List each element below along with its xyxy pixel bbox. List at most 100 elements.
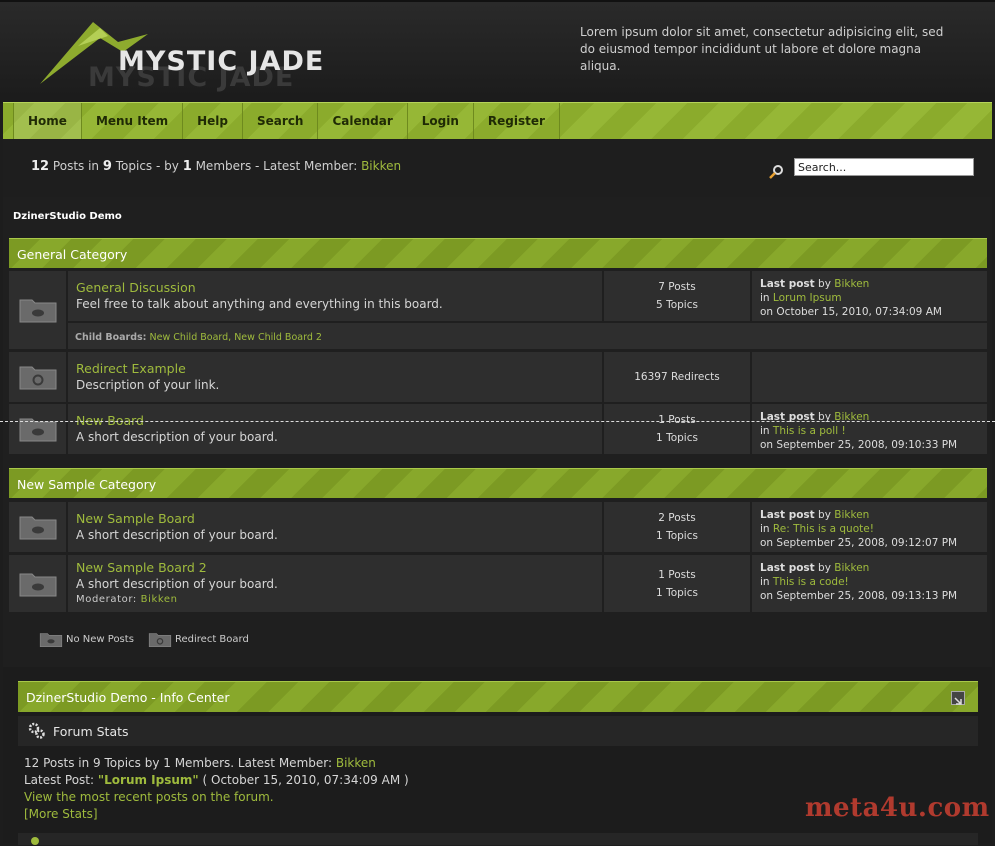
topics-count: 1 Topics	[656, 586, 698, 599]
nav-item-home[interactable]: Home	[14, 103, 82, 139]
last-post-topic-link[interactable]: Re: This is a quote!	[773, 523, 874, 535]
board-counts: 16397 Redirects	[604, 352, 752, 402]
board-index: DzinerStudio Demo General Category Gener…	[3, 197, 992, 667]
search-icon[interactable]	[768, 164, 784, 180]
board-info: New Board A short description of your bo…	[68, 404, 604, 454]
board-counts: 1 Posts 1 Topics	[604, 555, 752, 612]
category-title: General Category	[17, 247, 128, 262]
moderator-label: Moderator:	[76, 594, 137, 605]
topics-count: 1 Topics	[656, 432, 698, 444]
board-name-link[interactable]: New Sample Board 2	[76, 560, 602, 575]
category-header[interactable]: New Sample Category	[9, 468, 987, 498]
nav-item-register[interactable]: Register	[474, 103, 560, 139]
last-post-info: Last post by Bikken in This is a code! o…	[752, 555, 987, 612]
users-icon	[31, 837, 39, 845]
board-name-link[interactable]: Redirect Example	[76, 361, 602, 376]
latest-post-label: Latest Post:	[24, 773, 95, 787]
redirects-count: 16397 Redirects	[634, 371, 720, 383]
last-post-label: Last post	[760, 509, 815, 521]
recent-posts-link[interactable]: View the most recent posts on the forum.	[24, 789, 409, 806]
site-header: MYSTIC JADE MYSTIC JADE Lorem ipsum dolo…	[0, 0, 995, 104]
nav-item-search[interactable]: Search	[243, 103, 319, 139]
last-post-label: Last post	[760, 278, 815, 290]
board-row: New Sample Board 2 A short description o…	[9, 555, 987, 612]
latest-member-link[interactable]: Bikken	[361, 159, 401, 173]
header-tagline: Lorem ipsum dolor sit amet, consectetur …	[580, 25, 944, 73]
last-post-user-link[interactable]: Bikken	[834, 562, 869, 574]
redirect-folder-icon	[19, 366, 56, 390]
board-info: New Sample Board 2 A short description o…	[68, 555, 604, 612]
moderator-link[interactable]: Bikken	[141, 594, 178, 605]
latest-post-date: ( October 15, 2010, 07:34:09 AM )	[202, 773, 409, 787]
last-post-label: Last post	[760, 562, 815, 574]
last-post-topic-link[interactable]: Lorum Ipsum	[773, 292, 842, 304]
legend-label: No New Posts	[66, 634, 134, 645]
info-center-title: DzinerStudio Demo - Info Center	[26, 690, 230, 705]
logo-text: MYSTIC JADE	[118, 46, 325, 77]
in-label: in	[760, 425, 770, 437]
board-row: New Sample Board A short description of …	[9, 502, 987, 552]
folder-icon	[39, 633, 63, 647]
search-input[interactable]	[794, 158, 974, 176]
child-boards-label: Child Boards:	[75, 332, 147, 343]
latest-post-link[interactable]: "Lorum Ipsum"	[98, 773, 199, 787]
posts-count: 7 Posts	[658, 281, 696, 293]
category-header[interactable]: General Category	[9, 238, 987, 268]
stats-summary-text: 12 Posts in 9 Topics by 1 Members. Lates…	[24, 756, 333, 770]
topics-count: 5 Topics	[656, 299, 698, 311]
last-post-topic-link[interactable]: This is a poll !	[773, 425, 846, 437]
last-post-info: Last post by Bikken in Lorum Ipsum on Oc…	[752, 271, 987, 321]
child-boards-links[interactable]: New Child Board, New Child Board 2	[150, 332, 322, 343]
board-info: New Sample Board A short description of …	[68, 502, 604, 552]
legend-label: Redirect Board	[175, 634, 249, 645]
in-label: in	[760, 292, 770, 304]
forum-summary: 12 Posts in 9 Topics - by 1 Members - La…	[31, 159, 401, 174]
board-description: A short description of your board.	[76, 430, 278, 444]
last-post-date: on October 15, 2010, 07:34:09 AM	[760, 306, 942, 318]
posts-count: 12	[31, 159, 50, 174]
last-post-topic-link[interactable]: This is a code!	[773, 576, 849, 588]
last-post-info: Last post by Bikken in This is a poll ! …	[752, 404, 987, 454]
dashed-divider	[0, 421, 995, 422]
in-label: in	[760, 576, 770, 588]
info-center-header: DzinerStudio Demo - Info Center	[18, 681, 978, 712]
last-post-user-link[interactable]: Bikken	[834, 278, 869, 290]
by-label: by	[818, 509, 831, 521]
board-icon-cell	[9, 352, 68, 402]
nav-item-menu-item[interactable]: Menu Item	[82, 103, 184, 139]
nav-item-login[interactable]: Login	[408, 103, 474, 139]
nav-item-help[interactable]: Help	[183, 103, 244, 139]
board-icon-cell	[9, 404, 68, 454]
board-icon-cell	[9, 502, 68, 552]
board-info: General Discussion Feel free to talk abo…	[68, 271, 604, 321]
next-section-header	[18, 833, 978, 845]
board-name-link[interactable]: New Sample Board	[76, 511, 602, 526]
board-description: A short description of your board.	[76, 528, 278, 542]
last-post-date: on September 25, 2008, 09:13:13 PM	[760, 590, 958, 602]
board-icon-cell	[9, 555, 68, 612]
folder-icon	[19, 573, 56, 596]
stats-bar: 12 Posts in 9 Topics - by 1 Members - La…	[3, 139, 992, 197]
posts-count: 2 Posts	[658, 512, 696, 524]
last-post-user-link[interactable]: Bikken	[834, 509, 869, 521]
posts-count: 1 Posts	[658, 414, 696, 426]
forum-title: DzinerStudio Demo	[13, 211, 122, 222]
board-name-link[interactable]: General Discussion	[76, 280, 602, 295]
folder-icon	[19, 299, 56, 323]
watermark: meta4u.com	[805, 793, 990, 823]
child-boards: Child Boards: New Child Board, New Child…	[68, 323, 987, 349]
gears-icon	[28, 722, 45, 739]
collapse-icon[interactable]	[951, 691, 965, 705]
board-counts: 1 Posts 1 Topics	[604, 404, 752, 454]
latest-member-link[interactable]: Bikken	[336, 756, 376, 770]
board-description: A short description of your board.	[76, 577, 278, 591]
category-title: New Sample Category	[17, 477, 157, 492]
forum-stats-title: Forum Stats	[53, 724, 129, 739]
members-label: Members - Latest Member:	[195, 159, 358, 173]
more-stats-link[interactable]: [More Stats]	[24, 806, 409, 823]
nav-item-calendar[interactable]: Calendar	[318, 103, 408, 139]
board-row: New Board A short description of your bo…	[9, 404, 987, 454]
last-post-info	[752, 352, 987, 402]
board-description: Description of your link.	[76, 378, 220, 392]
by-label: by	[818, 278, 831, 290]
